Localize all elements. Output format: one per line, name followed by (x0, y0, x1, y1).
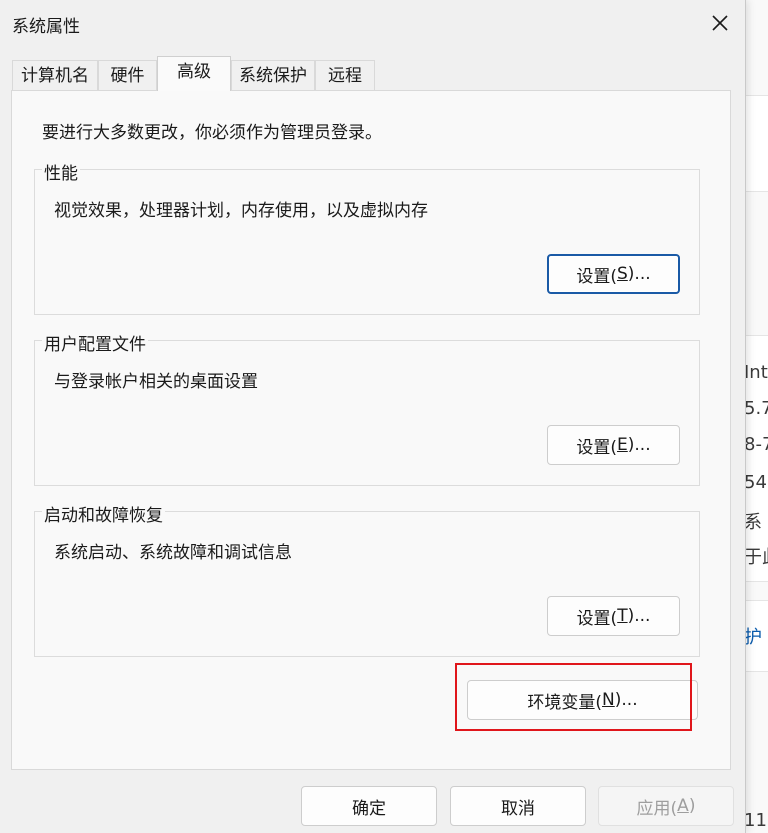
button-label: )... (627, 264, 651, 284)
system-properties-dialog: 系统属性 计算机名 硬件 高级 系统保护 远程 要进行大多数更改，你必须作为管理… (0, 0, 746, 833)
user-profiles-group-title: 用户配置文件 (42, 330, 148, 355)
button-label: 设置( (576, 608, 618, 629)
background-text: 5.7 (744, 398, 768, 419)
background-text: 于此 (744, 547, 768, 568)
button-label: ) (688, 796, 696, 816)
button-label: 设置( (576, 437, 618, 458)
title-bar: 系统属性 (0, 0, 745, 46)
ok-button[interactable]: 确定 (301, 786, 437, 826)
user-profiles-description: 与登录帐户相关的桌面设置 (54, 372, 258, 392)
tab-hardware[interactable]: 硬件 (98, 60, 157, 90)
startup-recovery-group-title: 启动和故障恢复 (42, 501, 165, 526)
button-label: 环境变量( (527, 692, 603, 713)
tab-system-protection[interactable]: 系统保护 (231, 60, 315, 90)
background-text: 系 (744, 512, 762, 533)
tab-remote[interactable]: 远程 (315, 60, 375, 90)
apply-button[interactable]: 应用(A) (598, 786, 734, 826)
admin-notice: 要进行大多数更改，你必须作为管理员登录。 (42, 123, 382, 143)
startup-recovery-description: 系统启动、系统故障和调试信息 (54, 543, 292, 563)
background-text: Int (744, 362, 768, 383)
performance-settings-button[interactable]: 设置(S)... (547, 254, 680, 294)
button-label: )... (627, 435, 651, 455)
background-text: 546 (744, 472, 768, 493)
background-text: 11 (744, 810, 767, 831)
environment-variables-button[interactable]: 环境变量(N)... (467, 680, 698, 720)
startup-recovery-settings-button[interactable]: 设置(T)... (547, 596, 680, 636)
close-button[interactable] (697, 6, 743, 40)
access-key: A (677, 796, 689, 816)
tab-computer-name[interactable]: 计算机名 (12, 60, 98, 90)
access-key: T (617, 606, 628, 626)
window-title: 系统属性 (12, 17, 80, 37)
access-key: S (617, 264, 628, 284)
background-text: 8-7 (744, 434, 768, 455)
tab-advanced[interactable]: 高级 (157, 56, 231, 91)
button-label: 应用( (636, 798, 678, 819)
user-profiles-settings-button[interactable]: 设置(E)... (547, 425, 680, 465)
background-link[interactable]: 护 (744, 623, 762, 649)
cancel-button[interactable]: 取消 (450, 786, 586, 826)
button-label: 设置( (576, 266, 617, 287)
performance-group-title: 性能 (42, 159, 80, 184)
access-key: N (602, 690, 615, 710)
close-icon (712, 15, 728, 31)
access-key: E (617, 435, 628, 455)
performance-description: 视觉效果，处理器计划，内存使用，以及虚拟内存 (54, 201, 428, 221)
button-label: )... (614, 690, 638, 710)
button-label: )... (627, 606, 651, 626)
